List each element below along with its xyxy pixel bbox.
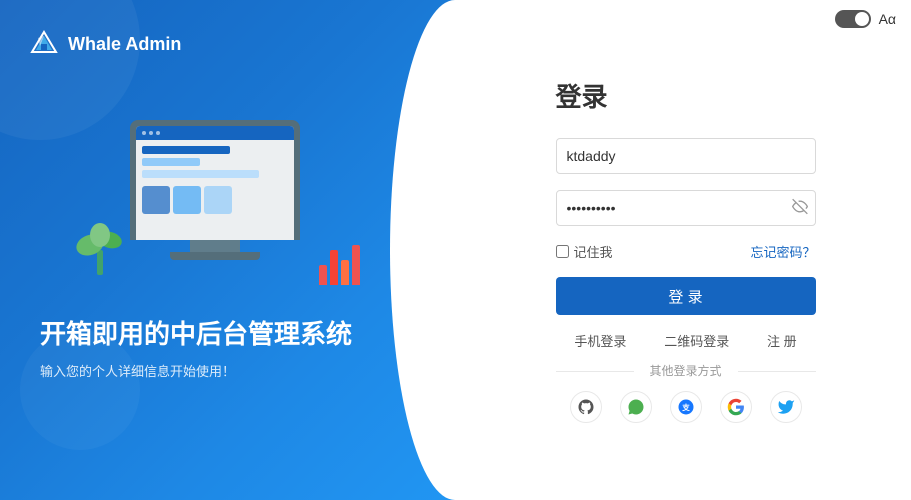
form-options: 记住我 忘记密码？ (556, 242, 816, 261)
toggle-thumb (855, 12, 869, 26)
logo-area: Whale Admin (28, 28, 181, 60)
wechat-icon[interactable] (620, 391, 652, 423)
sub-title: 输入您的个人详细信息开始使用！ (40, 361, 352, 380)
login-form: 登录 记住我 (556, 77, 816, 423)
password-group (556, 190, 816, 226)
left-panel: Whale Admin (0, 0, 460, 500)
remember-me-text: 记住我 (574, 242, 613, 261)
other-login-label: 其他登录方式 (649, 364, 721, 378)
form-title: 登录 (556, 77, 816, 114)
username-input[interactable] (556, 138, 816, 174)
dark-mode-toggle[interactable] (835, 10, 871, 28)
monitor-illustration (130, 120, 300, 260)
right-panel: 登录 记住我 (460, 0, 911, 500)
phone-login-option[interactable]: 手机登录 (574, 331, 626, 350)
remember-me-checkbox[interactable] (556, 245, 569, 258)
github-icon[interactable] (570, 391, 602, 423)
language-switcher[interactable]: Aα (879, 11, 896, 27)
left-content: 开箱即用的中后台管理系统 输入您的个人详细信息开始使用！ (40, 314, 352, 380)
plant-icon (75, 210, 125, 285)
register-option[interactable]: 注 册 (767, 331, 797, 350)
other-login-options: 手机登录 二维码登录 注 册 (556, 331, 816, 350)
remember-me-label[interactable]: 记住我 (556, 242, 613, 261)
password-input[interactable] (556, 190, 816, 226)
other-login-divider: 其他登录方式 (556, 362, 816, 379)
social-icons: 支 (556, 391, 816, 423)
toggle-track (835, 10, 871, 28)
svg-text:支: 支 (681, 402, 690, 412)
whale-logo-icon (28, 28, 60, 60)
twitter-icon[interactable] (770, 391, 802, 423)
username-group (556, 138, 816, 174)
username-input-wrapper (556, 138, 816, 174)
alipay-icon[interactable]: 支 (670, 391, 702, 423)
chart-bars-icon (319, 245, 360, 285)
app-name: Whale Admin (68, 34, 181, 55)
illustration (50, 80, 380, 300)
password-input-wrapper (556, 190, 816, 226)
qrcode-login-option[interactable]: 二维码登录 (664, 331, 729, 350)
google-icon[interactable] (720, 391, 752, 423)
login-button[interactable]: 登 录 (556, 277, 816, 315)
toggle-password-icon[interactable] (792, 199, 808, 218)
top-controls: Aα (835, 10, 896, 28)
main-title: 开箱即用的中后台管理系统 (40, 314, 352, 351)
forgot-password-link[interactable]: 忘记密码？ (750, 242, 815, 261)
